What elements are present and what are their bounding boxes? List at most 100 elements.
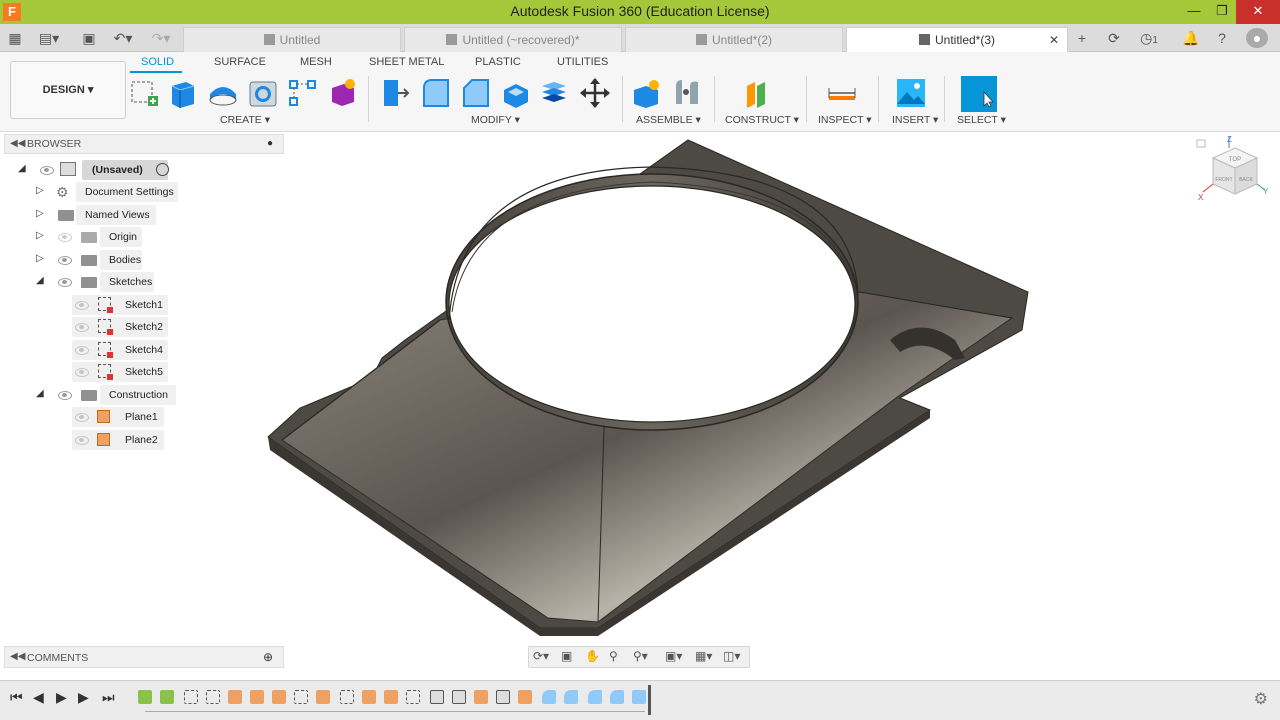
timeline-loft-feature[interactable] — [228, 690, 242, 704]
timeline-split-feature[interactable] — [430, 690, 444, 704]
move-icon[interactable] — [578, 76, 612, 110]
timeline-sketch-feature[interactable] — [184, 690, 198, 704]
timeline-extrude-feature[interactable] — [474, 690, 488, 704]
browser-item-construction[interactable]: ◢ Construction — [34, 385, 184, 405]
tab-untitled-recovered[interactable]: Untitled (~recovered)* — [404, 27, 622, 52]
browser-item-sketches[interactable]: ◢ Sketches — [34, 272, 184, 292]
revolve-icon[interactable] — [206, 76, 240, 110]
tab-plastic[interactable]: PLASTIC — [475, 56, 521, 68]
go-to-end-icon[interactable]: ⏭ — [102, 689, 115, 706]
tab-surface[interactable]: SURFACE — [214, 56, 266, 68]
tab-solid[interactable]: SOLID — [141, 56, 174, 68]
model-viewport[interactable] — [260, 134, 1050, 644]
timeline-plane-feature[interactable] — [138, 690, 152, 704]
extensions-icon[interactable]: ⟳ — [1103, 28, 1125, 48]
select-icon[interactable] — [961, 76, 997, 112]
avatar[interactable]: ● — [1246, 28, 1268, 48]
select-group-label[interactable]: SELECT ▾ — [957, 114, 1006, 126]
close-tab-icon[interactable]: ✕ — [1049, 28, 1059, 52]
job-status-icon[interactable]: ◷1 — [1134, 28, 1164, 48]
zoom-icon[interactable]: ⚲ — [609, 649, 618, 663]
minimize-button[interactable]: — — [1180, 0, 1208, 24]
timeline-extrude-feature[interactable] — [362, 690, 376, 704]
look-at-icon[interactable]: ▣ — [561, 649, 572, 663]
collapse-triangle-icon[interactable]: ◢ — [18, 163, 26, 174]
measure-icon[interactable] — [825, 76, 859, 110]
tab-untitled[interactable]: Untitled — [183, 27, 401, 52]
timeline-extrude-feature[interactable] — [272, 690, 286, 704]
timeline-split-feature[interactable] — [452, 690, 466, 704]
notifications-icon[interactable]: 🔔 — [1180, 28, 1202, 48]
timeline-sketch-feature[interactable] — [294, 690, 308, 704]
home-view-icon[interactable] — [1196, 139, 1206, 148]
visibility-eye-icon[interactable] — [75, 436, 89, 445]
timeline-split-feature[interactable] — [384, 690, 398, 704]
timeline-sketch-feature[interactable] — [206, 690, 220, 704]
visibility-eye-icon[interactable] — [75, 323, 89, 332]
collapse-panel-icon[interactable]: ◀◀ — [10, 651, 25, 662]
viewcube-front-label[interactable]: FRONT — [1215, 177, 1232, 183]
browser-item-sketch2[interactable]: Sketch2 — [72, 317, 172, 337]
tab-untitled-3[interactable]: Untitled*(3) ✕ — [846, 27, 1068, 52]
save-icon[interactable]: ▣ — [78, 28, 100, 48]
inspect-group-label[interactable]: INSPECT ▾ — [818, 114, 872, 126]
tab-untitled-2[interactable]: Untitled*(2) — [625, 27, 843, 52]
new-tab-icon[interactable]: + — [1071, 28, 1093, 48]
visibility-eye-icon[interactable] — [58, 391, 72, 400]
timeline-extrude-feature[interactable] — [518, 690, 532, 704]
comments-panel[interactable]: ◀◀ COMMENTS ⊕ — [4, 646, 284, 668]
tab-sheet-metal[interactable]: SHEET METAL — [369, 56, 444, 68]
view-cube[interactable]: TOP FRONT BACK Z Y X — [1195, 134, 1275, 214]
timeline-shell-feature[interactable] — [632, 690, 646, 704]
timeline-extrude-feature[interactable] — [316, 690, 330, 704]
browser-item-sketch5[interactable]: Sketch5 — [72, 362, 172, 382]
expand-triangle-icon[interactable]: ▷ — [36, 208, 44, 219]
browser-item-origin[interactable]: ▷ Origin — [34, 227, 184, 247]
fillet-icon[interactable] — [418, 76, 452, 110]
new-component-icon[interactable] — [630, 76, 664, 110]
timeline-fillet-feature[interactable] — [588, 690, 602, 704]
browser-item-plane2[interactable]: Plane2 — [72, 430, 172, 450]
activate-radio-icon[interactable] — [156, 163, 169, 176]
press-pull-icon[interactable] — [378, 76, 412, 110]
pattern-icon[interactable] — [286, 76, 320, 110]
timeline-plane-feature[interactable] — [160, 690, 174, 704]
expand-triangle-icon[interactable]: ▷ — [36, 230, 44, 241]
browser-item-sketch1[interactable]: Sketch1 — [72, 295, 172, 315]
combine-icon[interactable] — [538, 76, 572, 110]
modify-group-label[interactable]: MODIFY ▾ — [471, 114, 520, 126]
hole-icon[interactable] — [246, 76, 280, 110]
viewports-icon[interactable]: ◫▾ — [723, 649, 740, 663]
pan-icon[interactable]: ✋ — [585, 649, 600, 663]
timeline-sketch-feature[interactable] — [406, 690, 420, 704]
visibility-eye-icon[interactable] — [58, 256, 72, 265]
create-form-icon[interactable] — [326, 76, 360, 110]
browser-item-plane1[interactable]: Plane1 — [72, 407, 172, 427]
step-forward-icon[interactable]: ▶ — [78, 689, 89, 706]
browser-root-node[interactable]: ◢ (Unsaved) — [18, 160, 198, 180]
browser-item-document-settings[interactable]: ▷ ⚙ Document Settings — [34, 182, 184, 202]
insert-image-icon[interactable] — [894, 76, 928, 110]
insert-group-label[interactable]: INSERT ▾ — [892, 114, 938, 126]
redo-icon[interactable]: ↷▾ — [146, 28, 176, 48]
viewcube-top-label[interactable]: TOP — [1229, 157, 1241, 163]
browser-item-named-views[interactable]: ▷ Named Views — [34, 205, 184, 225]
construct-group-label[interactable]: CONSTRUCT ▾ — [725, 114, 799, 126]
app-grid-icon[interactable]: ▦ — [4, 28, 26, 48]
collapse-triangle-icon[interactable]: ◢ — [36, 275, 44, 286]
timeline-fillet-feature[interactable] — [610, 690, 624, 704]
collapse-panel-icon[interactable]: ◀◀ — [10, 138, 25, 149]
restore-button[interactable]: ❐ — [1208, 0, 1236, 24]
undo-icon[interactable]: ↶▾ — [108, 28, 138, 48]
joint-icon[interactable] — [670, 76, 704, 110]
visibility-eye-icon[interactable] — [58, 233, 72, 242]
grid-settings-icon[interactable]: ▦▾ — [695, 649, 712, 663]
expand-triangle-icon[interactable]: ▷ — [36, 253, 44, 264]
create-group-label[interactable]: CREATE ▾ — [220, 114, 270, 126]
timeline-split-feature[interactable] — [496, 690, 510, 704]
chamfer-icon[interactable] — [458, 76, 492, 110]
visibility-eye-icon[interactable] — [40, 166, 54, 175]
help-icon[interactable]: ? — [1211, 28, 1233, 48]
timeline-sketch-feature[interactable] — [340, 690, 354, 704]
create-sketch-icon[interactable] — [128, 76, 162, 110]
